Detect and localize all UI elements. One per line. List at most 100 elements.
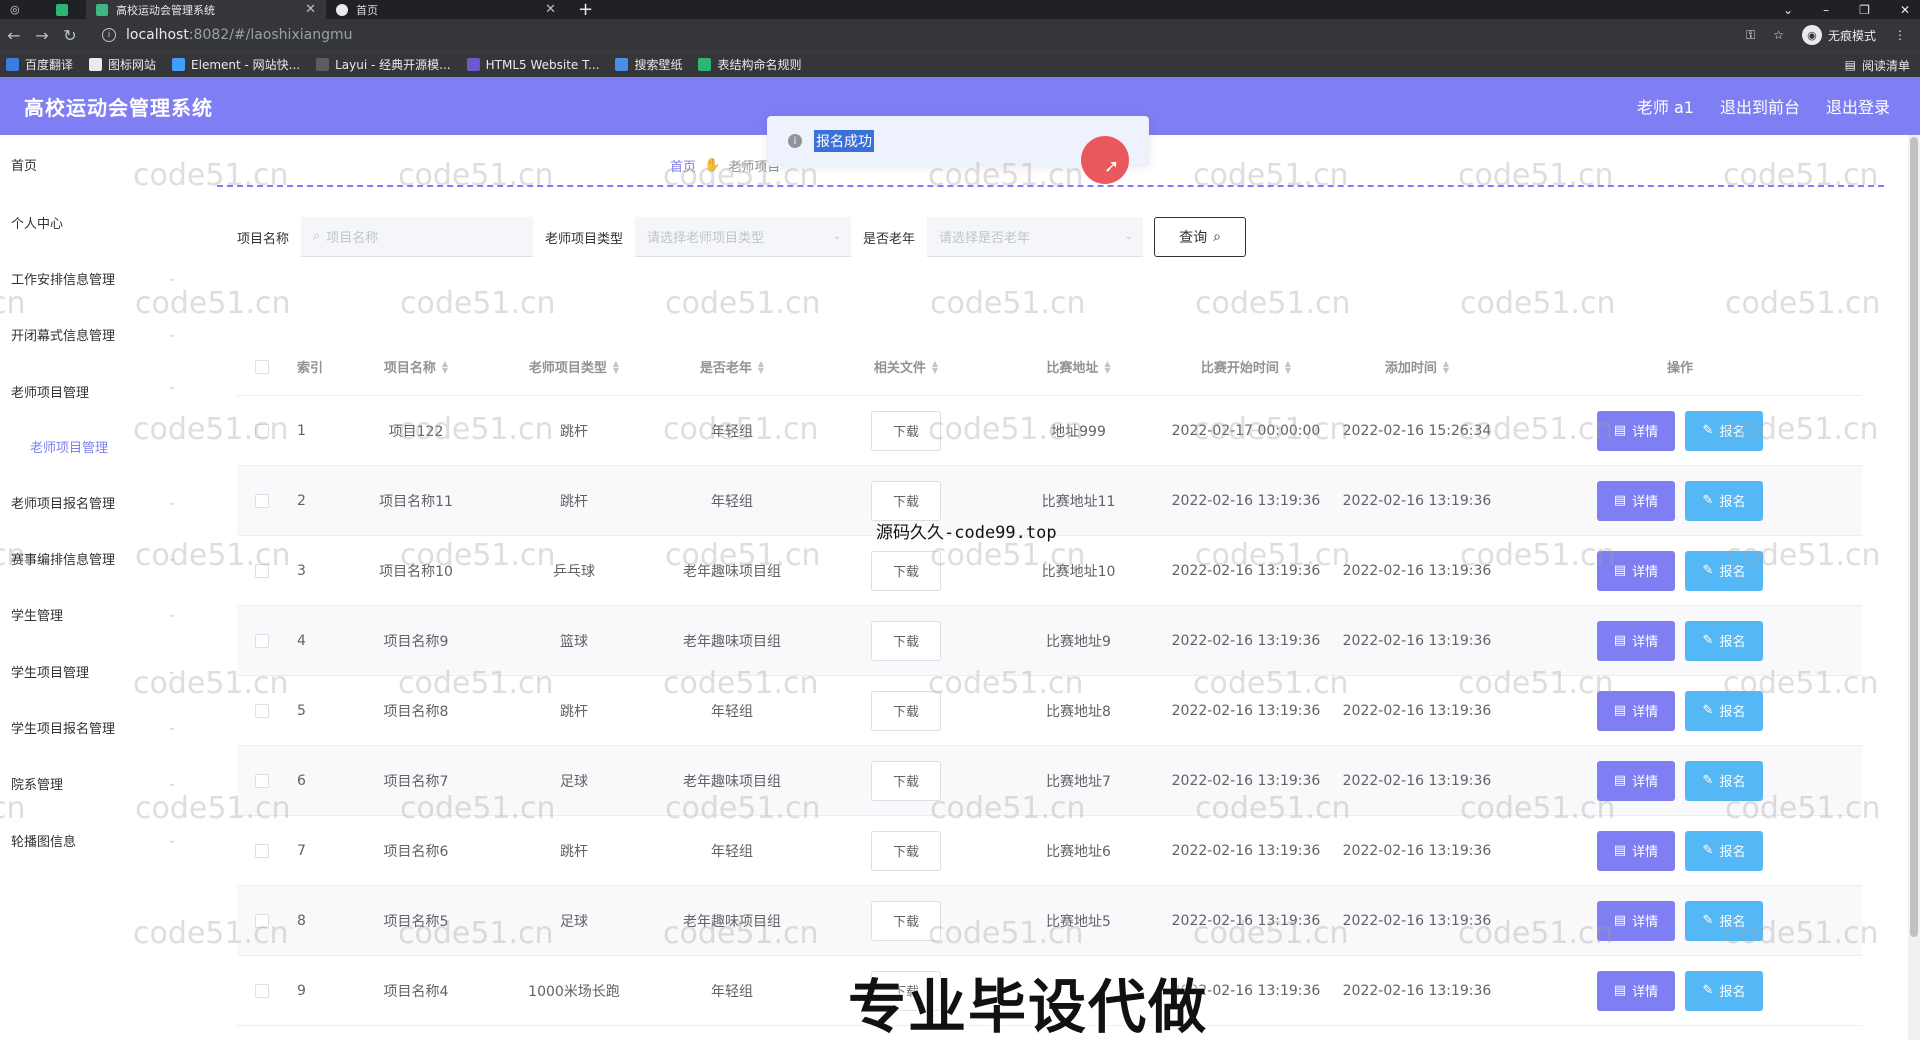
close-icon[interactable]: ✕	[545, 2, 556, 17]
page-scrollbar[interactable]	[1908, 135, 1920, 1040]
apply-button[interactable]: ✎ 报名	[1685, 620, 1763, 661]
sort-icon[interactable]: ▲ ▼	[932, 359, 938, 374]
logout-link[interactable]: 退出登录	[1826, 94, 1890, 118]
exit-to-front-link[interactable]: 退出到前台	[1720, 94, 1800, 118]
close-icon[interactable]: ✕	[305, 2, 316, 17]
sort-icon[interactable]: ▲ ▼	[1285, 359, 1291, 374]
download-button[interactable]: 下载	[871, 620, 941, 661]
select-all-checkbox[interactable]	[237, 338, 287, 395]
sidebar-item-departments[interactable]: 院系管理 ⌄	[11, 774, 176, 793]
column-header[interactable]: 比赛地址 ▲ ▼	[1001, 338, 1156, 395]
url-input[interactable]: i localhost:8082/#/laoshixiangmu	[92, 22, 1692, 48]
detail-button[interactable]: ▤ 详情	[1597, 970, 1675, 1011]
apply-button[interactable]: ✎ 报名	[1685, 550, 1763, 591]
breadcrumb-home[interactable]: 首页	[670, 156, 696, 175]
bookmark-item[interactable]: 百度翻译	[6, 56, 73, 73]
row-checkbox[interactable]	[237, 956, 287, 1025]
sidebar-item-event-arrangement[interactable]: 赛事编排信息管理 ⌄	[11, 549, 176, 568]
column-header[interactable]: 添加时间 ▲ ▼	[1336, 338, 1498, 395]
row-checkbox[interactable]	[237, 816, 287, 885]
star-icon[interactable]: ☆	[1773, 28, 1784, 42]
row-checkbox[interactable]	[237, 606, 287, 675]
row-checkbox[interactable]	[237, 396, 287, 465]
bookmark-item[interactable]: Layui - 经典开源模...	[316, 56, 451, 73]
apply-button[interactable]: ✎ 报名	[1685, 900, 1763, 941]
apply-button[interactable]: ✎ 报名	[1685, 970, 1763, 1011]
sidebar-item-student-registration[interactable]: 学生项目报名管理 ⌄	[11, 718, 176, 737]
download-button[interactable]: 下载	[871, 830, 941, 871]
new-tab-icon[interactable]: +	[578, 0, 593, 20]
sidebar-subitem-teacher-projects[interactable]: 老师项目管理	[30, 437, 195, 456]
row-checkbox[interactable]	[237, 886, 287, 955]
detail-button[interactable]: ▤ 详情	[1597, 480, 1675, 521]
sidebar-item-carousel[interactable]: 轮播图信息 ⌄	[11, 831, 176, 850]
bookmark-item[interactable]: Element - 网站快...	[172, 56, 300, 73]
sidebar-item-ceremony[interactable]: 开闭幕式信息管理 ⌄	[11, 325, 176, 344]
bookmark-item[interactable]: 图标网站	[89, 56, 156, 73]
minimize-icon[interactable]: –	[1823, 3, 1829, 17]
sort-icon[interactable]: ▲ ▼	[1104, 359, 1110, 374]
key-icon[interactable]: ⚿	[1746, 28, 1755, 43]
download-button[interactable]: 下载	[871, 480, 941, 521]
restore-icon[interactable]: ❐	[1859, 3, 1870, 17]
row-checkbox[interactable]	[237, 746, 287, 815]
bookmark-item[interactable]: HTML5 Website T...	[466, 58, 599, 72]
window-close-icon[interactable]: ✕	[1900, 3, 1910, 17]
apply-button[interactable]: ✎ 报名	[1685, 480, 1763, 521]
reading-list[interactable]: ▤ 阅读清单	[1845, 52, 1910, 78]
sidebar-item-work-schedule[interactable]: 工作安排信息管理 ⌄	[11, 269, 176, 288]
download-button[interactable]: 下载	[871, 690, 941, 731]
column-header[interactable]: 相关文件 ▲ ▼	[811, 338, 1001, 395]
detail-button[interactable]: ▤ 详情	[1597, 550, 1675, 591]
apply-button[interactable]: ✎ 报名	[1685, 830, 1763, 871]
sidebar-item-student-projects[interactable]: 学生项目管理 ⌄	[11, 662, 176, 681]
sort-icon[interactable]: ▲ ▼	[442, 359, 448, 374]
sort-icon[interactable]: ▲ ▼	[758, 359, 764, 374]
is-old-select[interactable]: 请选择是否老年 ⌄	[927, 217, 1144, 257]
sidebar-item-profile[interactable]: 个人中心	[11, 213, 176, 232]
download-button[interactable]: 下载	[871, 760, 941, 801]
row-checkbox[interactable]	[237, 536, 287, 605]
pinned-tab-icon[interactable]	[46, 0, 86, 19]
info-icon[interactable]: i	[102, 28, 116, 42]
project-name-input[interactable]: ⌕ 项目名称	[301, 217, 534, 257]
sidebar-item-home[interactable]: 首页	[11, 155, 176, 174]
forward-icon[interactable]: →	[28, 26, 56, 45]
column-header[interactable]: 老师项目类型 ▲ ▼	[495, 338, 653, 395]
detail-button[interactable]: ▤ 详情	[1597, 830, 1675, 871]
sort-icon[interactable]: ▲ ▼	[613, 359, 619, 374]
more-icon[interactable]: ⋮	[1894, 28, 1906, 42]
sidebar-item-teacher-projects[interactable]: 老师项目管理 ⌃	[11, 382, 176, 401]
apply-button[interactable]: ✎ 报名	[1685, 760, 1763, 801]
download-button[interactable]: 下载	[871, 410, 941, 451]
reload-icon[interactable]: ↻	[56, 26, 84, 45]
bookmark-item[interactable]: 搜索壁纸	[615, 56, 682, 73]
download-button[interactable]: 下载	[871, 900, 941, 941]
row-checkbox[interactable]	[237, 676, 287, 745]
column-header[interactable]: 是否老年 ▲ ▼	[653, 338, 811, 395]
detail-button[interactable]: ▤ 详情	[1597, 410, 1675, 451]
project-type-select[interactable]: 请选择老师项目类型 ⌄	[635, 217, 852, 257]
browser-tab[interactable]: 首页 ✕	[326, 0, 566, 19]
detail-button[interactable]: ▤ 详情	[1597, 900, 1675, 941]
back-icon[interactable]: ←	[0, 26, 28, 45]
column-header[interactable]: 项目名称 ▲ ▼	[337, 338, 495, 395]
sidebar-item-students[interactable]: 学生管理 ⌄	[11, 605, 176, 624]
column-header[interactable]: 比赛开始时间 ▲ ▼	[1156, 338, 1336, 395]
row-checkbox[interactable]	[237, 466, 287, 535]
browser-tab-active[interactable]: 高校运动会管理系统 ✕	[86, 0, 326, 19]
detail-button[interactable]: ▤ 详情	[1597, 620, 1675, 661]
apply-button[interactable]: ✎ 报名	[1685, 690, 1763, 731]
download-button[interactable]: 下载	[871, 550, 941, 591]
query-button[interactable]: 查询 ⌕	[1154, 217, 1247, 257]
sort-icon[interactable]: ▲ ▼	[1443, 359, 1449, 374]
incognito-badge[interactable]: ◉ 无痕模式	[1801, 25, 1876, 45]
sidebar-item-teacher-registration[interactable]: 老师项目报名管理 ⌄	[11, 493, 176, 512]
tab-search-icon[interactable]: ⌄	[1783, 3, 1793, 17]
apply-button[interactable]: ✎ 报名	[1685, 410, 1763, 451]
scroll-thumb[interactable]	[1910, 137, 1918, 937]
detail-button[interactable]: ▤ 详情	[1597, 760, 1675, 801]
detail-button[interactable]: ▤ 详情	[1597, 690, 1675, 731]
browser-menu-icon[interactable]: ◎	[0, 0, 46, 19]
bookmark-item[interactable]: 表结构命名规则	[698, 56, 801, 73]
